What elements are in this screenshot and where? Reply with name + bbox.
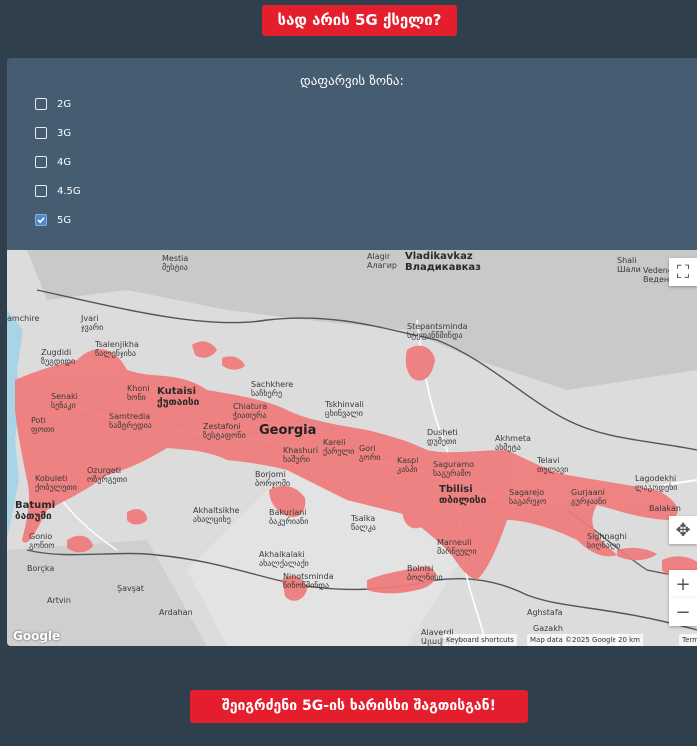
label-borcka: Borçka (27, 564, 55, 573)
label-sachkhere: Sachkhere საჩხერე (251, 380, 294, 398)
label-amchire: amchire (7, 314, 40, 323)
label-balakan: Balakan (649, 504, 681, 513)
label-alagir: Alagir Алагир (367, 252, 397, 270)
checkbox-4g[interactable] (35, 156, 47, 168)
fullscreen-button[interactable]: ⛶ (669, 258, 697, 286)
label-kutaisi: Kutaisi ქუთაისი (157, 386, 200, 408)
map-scale[interactable]: 20 km (615, 634, 644, 646)
label-sighnaghi: Sighnaghi სიღნაღი (587, 532, 627, 550)
label-akhaltsikhe: Akhaltsikhe ახალციხე (193, 506, 240, 524)
option-2g[interactable]: 2G (35, 96, 71, 112)
minus-icon: − (675, 601, 691, 623)
checkbox-3g[interactable] (35, 127, 47, 139)
checkbox-4-5g[interactable] (35, 185, 47, 197)
option-4g-label: 4G (57, 156, 72, 168)
fullscreen-icon: ⛶ (676, 261, 690, 283)
label-batumi: Batumi ბათუმი (15, 500, 56, 522)
terms-link[interactable]: Terms (679, 634, 697, 646)
label-zugdidi: Zugdidi ზუგდიდი (41, 348, 76, 366)
label-tbilisi: Tbilisi თბილისი (439, 484, 487, 506)
label-tsalenjikha: Tsalenjikha წალენჯიხა (95, 340, 139, 358)
label-samtredia: Samtredia სამტრედია (109, 412, 152, 430)
label-ninotsminda: Ninotsminda ნინოწმინდა (283, 572, 334, 590)
option-5g-label: 5G (57, 214, 72, 226)
checkmark-icon (37, 217, 45, 224)
coverage-map[interactable]: Mestia მესტია Alagir Алагир Vladikavkaz Вла… (7, 250, 697, 646)
label-poti: Poti ფოთი (31, 416, 55, 434)
label-khoni: Khoni ხონი (127, 384, 150, 402)
keyboard-shortcuts-link[interactable]: Keyboard shortcuts (443, 634, 517, 646)
label-aghstafa: Aghstafa (527, 608, 563, 617)
checkbox-5g[interactable] (35, 214, 47, 226)
pan-icon: ✥ (675, 519, 691, 541)
page-title: სად არის 5G ქსელი? (262, 5, 457, 36)
map-data-attribution: Map data ©2025 Google (527, 634, 620, 646)
label-gazakh: Gazakh (533, 624, 563, 633)
label-saguramo: Saguramo საგურამო (433, 460, 475, 478)
label-kareli: Kareli ქარელი (323, 438, 355, 456)
label-savsat: Şavşat (117, 584, 144, 593)
label-gori: Gori გორი (359, 444, 381, 462)
zoom-out-button[interactable]: − (669, 598, 697, 626)
label-country-georgia: Georgia (259, 423, 317, 438)
option-3g[interactable]: 3G (35, 125, 71, 141)
option-4g[interactable]: 4G (35, 154, 71, 170)
zoom-in-button[interactable]: + (669, 570, 697, 598)
label-bakuriani: Bakuriani ბაკურიანი (269, 508, 309, 526)
coverage-panel: დაფარვის ზონა: 2G 3G 4G 4.5G 5G Mestia მ… (7, 58, 697, 646)
label-chiatura: Chiatura ჭიათურა (233, 402, 268, 420)
label-artvin: Artvin (47, 596, 71, 605)
label-tskhinvali: Tskhinvali ცხინვალი (325, 400, 364, 418)
label-ardahan: Ardahan (159, 608, 193, 617)
label-vladikavkaz: Vladikavkaz Владикавказ (405, 251, 481, 273)
coverage-zone-title: დაფარვის ზონა: (300, 74, 404, 89)
pan-control-button[interactable]: ✥ (669, 516, 697, 544)
cta-banner[interactable]: შეიგრძენი 5G-ის ხარისხი შაგთისგან! (190, 690, 528, 723)
label-khashuri: Khashuri ხაშური (283, 446, 319, 464)
label-akhmeta: Akhmeta ახმეტა (495, 434, 531, 452)
label-bolnisi: Bolnisi ბოლნისი (407, 564, 443, 582)
label-gurjaani: Gurjaani გურჯაანი (571, 488, 607, 506)
plus-icon: + (675, 573, 691, 595)
label-gonio: Gonio გონიო (29, 532, 55, 550)
label-kaspi: Kaspi კასპი (397, 456, 419, 474)
label-borjomi: Borjomi ბორჯომი (255, 470, 291, 488)
label-zestafoni: Zestafoni ზესტაფონი (203, 422, 246, 440)
option-4-5g-label: 4.5G (57, 185, 81, 197)
label-lagodekhi: Lagodekhi ლაგოდეხი (635, 474, 678, 492)
option-5g[interactable]: 5G (35, 212, 71, 228)
label-dusheti: Dusheti დუშეთი (427, 428, 458, 446)
checkbox-2g[interactable] (35, 98, 47, 110)
label-kobuleti: Kobuleti ქობულეთი (35, 474, 77, 492)
label-senaki: Senaki სენაკი (51, 392, 78, 410)
option-2g-label: 2G (57, 98, 72, 110)
label-ozurgeti: Ozurgeti ოზურგეთი (87, 466, 128, 484)
label-telavi: Telavi თელავი (537, 456, 569, 474)
option-3g-label: 3G (57, 127, 72, 139)
label-jvari: Jvari ჯვარი (81, 314, 104, 332)
google-logo: Google (13, 629, 61, 643)
label-tsalka: Tsalka წალკა (351, 514, 376, 532)
label-sagarejo: Sagarejo საგარეჯო (509, 488, 547, 506)
label-shali: Shali Шали (617, 256, 641, 274)
label-stepantsminda: Stepantsminda სტეფანწმინდა (407, 322, 468, 340)
label-akhalkalaki: Akhalkalaki ახალქალაქი (259, 550, 309, 568)
label-mestia: Mestia მესტია (162, 254, 189, 272)
label-marneuli: Marneuli მარნეული (437, 538, 477, 556)
option-4-5g[interactable]: 4.5G (35, 183, 81, 199)
